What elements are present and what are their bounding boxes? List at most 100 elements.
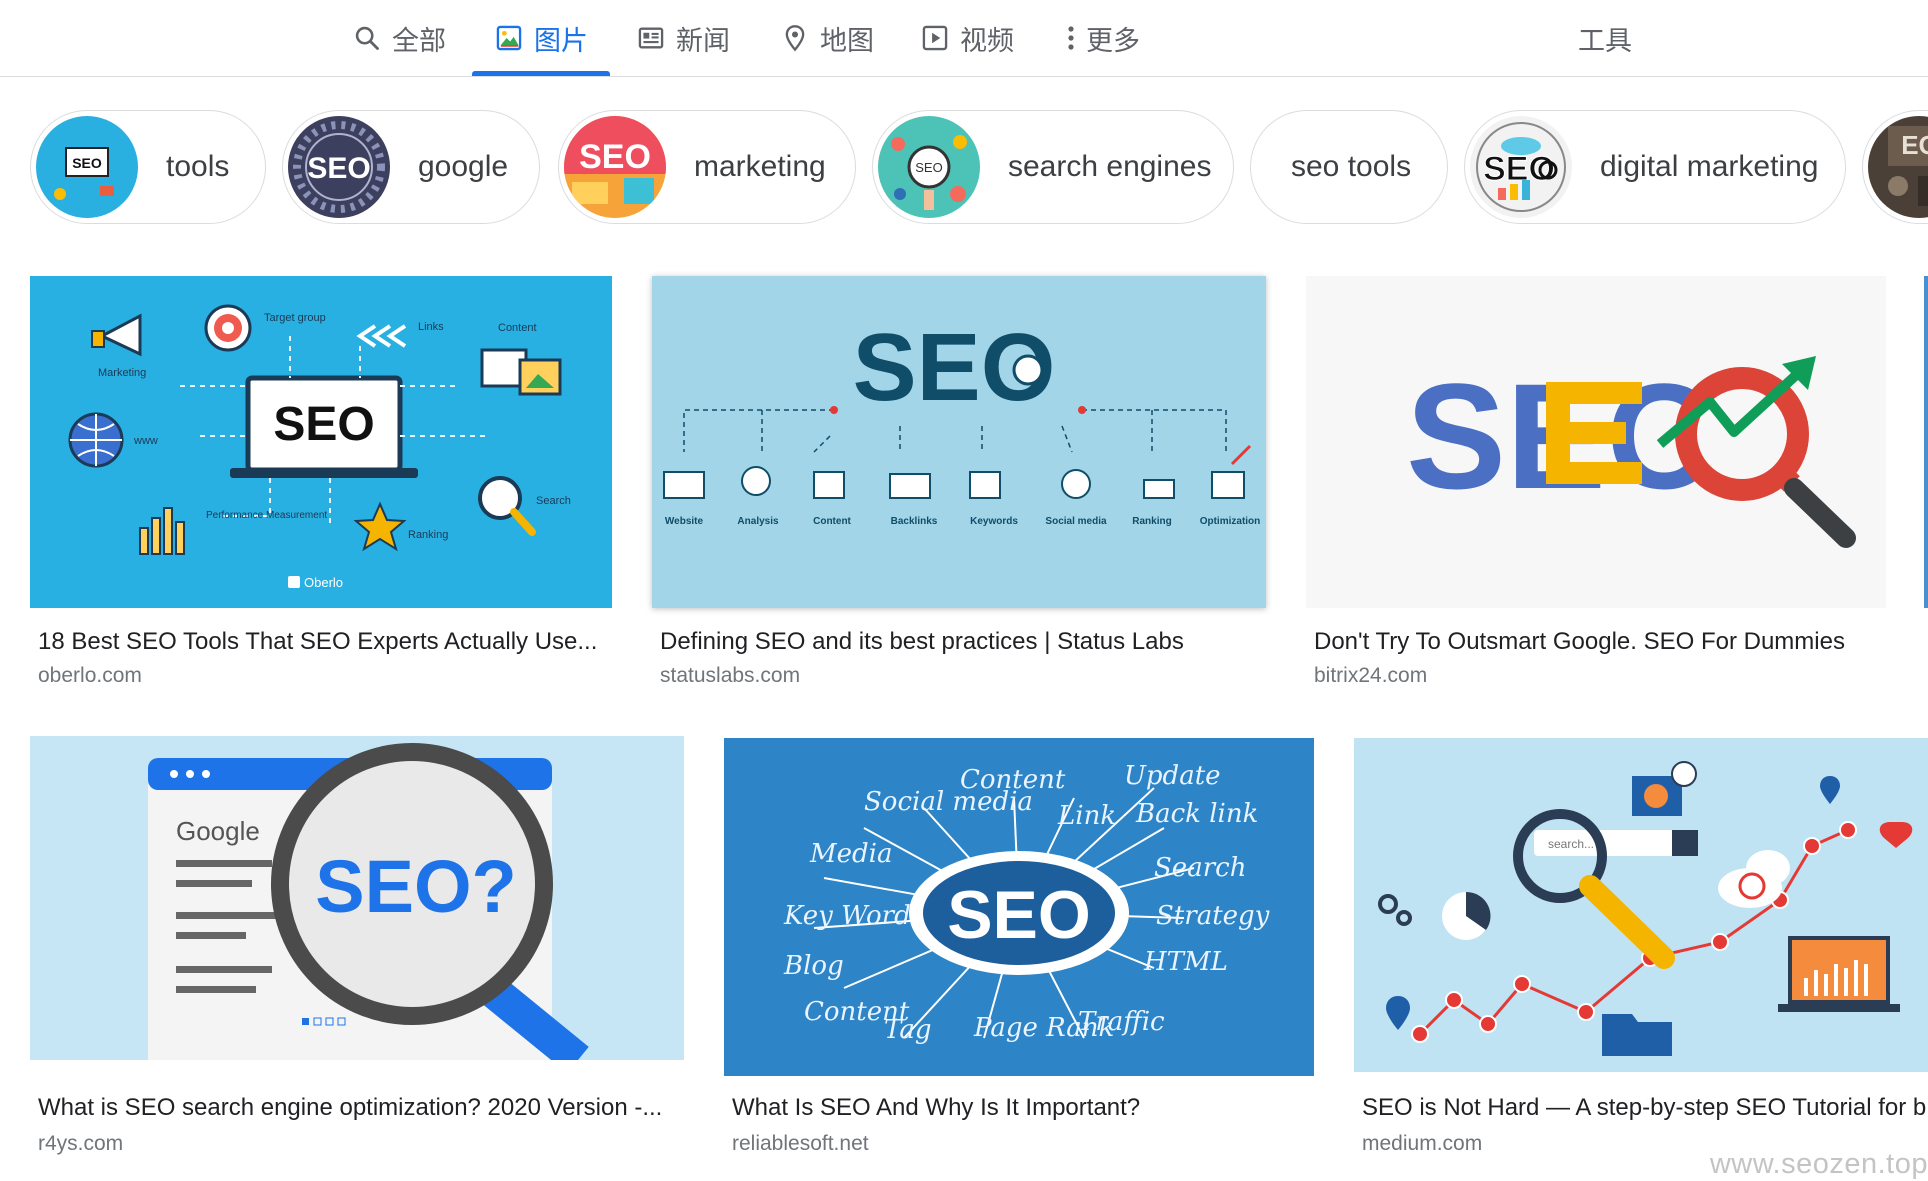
- svg-text:SEO: SEO: [947, 877, 1091, 953]
- tab-images[interactable]: 图片: [472, 0, 610, 76]
- svg-text:Links: Links: [418, 321, 444, 333]
- svg-text:Content: Content: [960, 765, 1066, 795]
- result-source[interactable]: r4ys.com: [38, 1132, 123, 1156]
- result-title[interactable]: Don't Try To Outsmart Google. SEO For Du…: [1314, 628, 1884, 656]
- svg-text:Tag: Tag: [884, 1015, 931, 1045]
- svg-text:Content: Content: [813, 516, 851, 527]
- chip-label: tools: [166, 150, 230, 183]
- tab-label: 视频: [960, 25, 1014, 56]
- result-image[interactable]: Google SEO?: [30, 736, 684, 1060]
- result-source[interactable]: reliablesoft.net: [732, 1132, 869, 1156]
- svg-text:Website: Website: [665, 516, 704, 527]
- svg-text:Oberlo: Oberlo: [304, 575, 343, 590]
- svg-text:Optimization: Optimization: [1200, 516, 1261, 527]
- chip-thumbnail: SEO: [564, 116, 666, 218]
- image-icon: [494, 23, 524, 53]
- svg-text:EO: EO: [1901, 130, 1928, 160]
- result-image[interactable]: SEO Social media Content Link Update Bac…: [724, 738, 1314, 1076]
- svg-text:SEO: SEO: [915, 160, 942, 175]
- svg-text:search...: search...: [1548, 837, 1594, 851]
- chip-marketing[interactable]: SEO marketing: [558, 110, 856, 224]
- chip-label: seo tools: [1291, 150, 1412, 183]
- image-result[interactable]: SEO Marketing Target group Links Content: [30, 276, 612, 696]
- image-result[interactable]: SEO Website Analysis Content Backlinks K…: [652, 276, 1266, 696]
- svg-text:SEO: SEO: [307, 152, 370, 185]
- svg-text:Ranking: Ranking: [1132, 516, 1171, 527]
- svg-text:Analysis: Analysis: [737, 516, 779, 527]
- tab-videos[interactable]: 视频: [920, 0, 1014, 76]
- map-pin-icon: [780, 23, 810, 53]
- result-source[interactable]: oberlo.com: [38, 664, 142, 688]
- more-vert-icon: [1062, 23, 1080, 53]
- result-source[interactable]: medium.com: [1362, 1132, 1482, 1156]
- chip-thumbnail: SEO: [36, 116, 138, 218]
- partial-result-edge[interactable]: [1924, 276, 1928, 608]
- svg-text:Media: Media: [809, 839, 892, 869]
- play-icon: [920, 23, 950, 53]
- chip-label: marketing: [694, 150, 826, 183]
- chip-thumbnail: EO: [1868, 116, 1928, 218]
- tab-label: 地图: [820, 25, 874, 56]
- result-image[interactable]: SEO Marketing Target group Links Content: [30, 276, 612, 608]
- tab-more[interactable]: 更多: [1062, 0, 1140, 76]
- svg-text:Performance Measurement: Performance Measurement: [206, 510, 327, 521]
- chip-thumbnail: SEO: [288, 116, 390, 218]
- chip-label: search engines: [1008, 150, 1212, 183]
- result-source[interactable]: statuslabs.com: [660, 664, 800, 688]
- watermark: www.seozen.top: [1709, 1148, 1928, 1180]
- svg-text:Blog: Blog: [783, 951, 844, 981]
- result-image[interactable]: SEO: [1306, 276, 1886, 608]
- result-title[interactable]: What is SEO search engine optimization? …: [38, 1094, 678, 1122]
- tab-label: 新闻: [676, 25, 730, 56]
- svg-text:Marketing: Marketing: [98, 367, 146, 379]
- svg-text:Social media: Social media: [1045, 516, 1107, 527]
- chip-thumbnail: SEO: [878, 116, 980, 218]
- svg-text:Google: Google: [176, 816, 260, 846]
- tab-all[interactable]: 全部: [352, 0, 446, 76]
- svg-text:SEO: SEO: [579, 138, 651, 176]
- svg-text:Traffic: Traffic: [1078, 1007, 1165, 1037]
- result-title[interactable]: What Is SEO And Why Is It Important?: [732, 1094, 1312, 1122]
- search-tabs-bar: 全部 图片 新闻 地图 视频 更多 工具: [0, 0, 1928, 77]
- news-icon: [636, 23, 666, 53]
- tab-maps[interactable]: 地图: [780, 0, 874, 76]
- image-result[interactable]: Google SEO? What is SEO search engine op…: [30, 736, 684, 1156]
- result-title[interactable]: SEO is Not Hard — A step-by-step SEO Tut…: [1362, 1094, 1928, 1122]
- chip-label: digital marketing: [1600, 150, 1819, 183]
- svg-text:Link: Link: [1057, 801, 1116, 831]
- result-source[interactable]: bitrix24.com: [1314, 664, 1427, 688]
- tab-label: 更多: [1086, 25, 1140, 56]
- tab-label: 全部: [392, 25, 446, 56]
- chip-label: google: [418, 150, 509, 183]
- tab-news[interactable]: 新闻: [636, 0, 730, 76]
- svg-text:SEO: SEO: [1483, 150, 1555, 188]
- result-title[interactable]: 18 Best SEO Tools That SEO Experts Actua…: [38, 628, 608, 656]
- chip-search-engines[interactable]: SEO search engines: [872, 110, 1234, 224]
- chip-seo-tools[interactable]: seo tools: [1250, 110, 1448, 224]
- svg-text:Strategy: Strategy: [1156, 901, 1270, 931]
- tools-button[interactable]: 工具: [1578, 0, 1632, 76]
- svg-text:Target group: Target group: [264, 312, 326, 324]
- svg-text:Content: Content: [498, 322, 537, 334]
- svg-text:Backlinks: Backlinks: [891, 516, 938, 527]
- result-image[interactable]: SEO Website Analysis Content Backlinks K…: [652, 276, 1266, 608]
- result-title[interactable]: Defining SEO and its best practices | St…: [660, 628, 1260, 656]
- chip-google[interactable]: SEO google: [282, 110, 540, 224]
- svg-text:www: www: [133, 435, 158, 447]
- svg-text:SEO: SEO: [273, 398, 374, 451]
- image-result[interactable]: search... SEO is Not Hard — A step-by-st…: [1354, 738, 1928, 1158]
- svg-text:Key Word: Key Word: [783, 901, 911, 931]
- svg-text:SEO?: SEO?: [315, 845, 516, 928]
- image-result[interactable]: SEO Don't Try To Outsmart Google. SEO Fo…: [1306, 276, 1886, 696]
- svg-text:Search: Search: [536, 495, 571, 507]
- svg-text:Ranking: Ranking: [408, 529, 448, 541]
- chip-digital-marketing[interactable]: SEO digital marketing: [1464, 110, 1846, 224]
- image-result[interactable]: SEO Social media Content Link Update Bac…: [724, 738, 1314, 1158]
- svg-text:Back link: Back link: [1135, 799, 1258, 829]
- result-image[interactable]: search...: [1354, 738, 1928, 1072]
- svg-text:Keywords: Keywords: [970, 516, 1018, 527]
- search-icon: [352, 23, 382, 53]
- chip-partial[interactable]: EO: [1862, 110, 1928, 224]
- chip-tools[interactable]: SEO tools: [30, 110, 266, 224]
- svg-text:Update: Update: [1124, 761, 1221, 791]
